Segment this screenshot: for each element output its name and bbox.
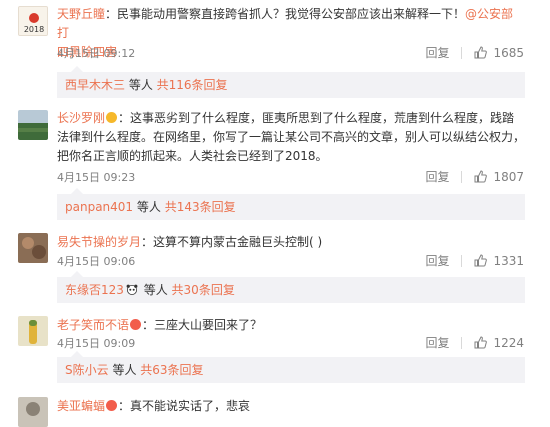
avatar[interactable] <box>18 316 48 346</box>
comment-actions: 回复 1224 <box>425 334 524 351</box>
comment-text: 老子笑而不语 ：三座大山要回来了？ <box>57 318 263 332</box>
avatar-image <box>18 110 48 140</box>
avatar-image: 2018 <box>19 7 47 35</box>
reply-user-link[interactable]: 西早木木三 <box>65 78 125 92</box>
reply-summary[interactable]: S陈小云 等人 共63条回复 <box>57 351 525 383</box>
comment-username[interactable]: 长沙罗刚 <box>57 111 105 125</box>
like-count: 1807 <box>493 169 524 184</box>
reply-button[interactable]: 回复 <box>425 44 449 61</box>
reply-user-link[interactable]: S陈小云 <box>65 363 109 377</box>
reply-button[interactable]: 回复 <box>425 168 449 185</box>
avatar[interactable] <box>18 233 48 263</box>
thumbs-up-icon <box>474 254 488 267</box>
reply-caret <box>71 188 83 194</box>
comment-time: 4月15日 09:12 <box>57 47 136 60</box>
like-count: 1331 <box>493 253 524 268</box>
thumbs-up-icon <box>474 170 488 183</box>
comment-actions: 回复 1331 <box>425 252 524 269</box>
like-button[interactable]: 1685 <box>474 46 524 60</box>
like-button[interactable]: 1224 <box>474 336 524 350</box>
thumbs-up-icon <box>474 46 488 59</box>
reply-count-link[interactable]: 共116条回复 <box>157 78 228 92</box>
vip-badge-icon <box>106 400 118 411</box>
avatar[interactable]: 2018 <box>18 6 48 36</box>
comment-actions: 回复 1807 <box>425 168 524 185</box>
reply-button[interactable]: 回复 <box>425 334 449 351</box>
comment-text: 长沙罗刚 ：这事恶劣到了什么程度，匪夷所思到了什么程度，荒唐到什么程度，践踏 法律… <box>57 111 526 163</box>
reply-summary[interactable]: 西早木木三 等人 共116条回复 <box>57 66 525 98</box>
thumbs-up-icon <box>474 336 488 349</box>
divider <box>461 170 463 183</box>
panda-emoji-icon <box>126 284 138 295</box>
reply-user-link[interactable]: panpan401 <box>65 200 133 214</box>
comment-username[interactable]: 老子笑而不语 <box>57 318 129 332</box>
reply-caret <box>71 66 83 72</box>
avatar[interactable] <box>18 110 48 140</box>
divider <box>461 254 463 267</box>
comment-username[interactable]: 易失节操的岁月 <box>57 235 141 249</box>
comment-username[interactable]: 天野丘瞳 <box>57 7 105 21</box>
avatar-image <box>18 397 48 427</box>
avatar-image <box>18 233 48 263</box>
reply-count-link[interactable]: 共30条回复 <box>172 283 235 297</box>
divider <box>461 46 463 59</box>
comment-actions: 回复 1685 <box>425 44 524 61</box>
svg-text:2018: 2018 <box>24 25 44 34</box>
comment-time: 4月15日 09:09 <box>57 337 136 350</box>
comment-text: 美亚蝙蝠 ：真不能说实话了，悲哀 <box>57 399 251 413</box>
comment-time: 4月15日 09:23 <box>57 171 136 184</box>
reply-count-link[interactable]: 共143条回复 <box>165 200 236 214</box>
like-button[interactable]: 1807 <box>474 170 524 184</box>
reply-summary[interactable]: 东缘否123 等人 共30条回复 <box>57 271 525 303</box>
reply-caret <box>71 351 83 357</box>
like-count: 1685 <box>493 45 524 60</box>
comment-username[interactable]: 美亚蝙蝠 <box>57 399 105 413</box>
reply-caret <box>71 271 83 277</box>
verified-badge-icon <box>106 112 118 123</box>
comment-time: 4月15日 09:06 <box>57 255 136 268</box>
reply-summary[interactable]: panpan401 等人 共143条回复 <box>57 188 525 220</box>
vip-badge-icon <box>130 319 142 330</box>
comment-text: 易失节操的岁月：这算不算内蒙古金融巨头控制( ) <box>57 235 323 249</box>
like-count: 1224 <box>493 335 524 350</box>
reply-button[interactable]: 回复 <box>425 252 449 269</box>
divider <box>461 336 463 349</box>
reply-user-link[interactable]: 东缘否123 <box>65 283 124 297</box>
avatar-image <box>18 316 48 346</box>
reply-count-link[interactable]: 共63条回复 <box>140 363 203 377</box>
avatar[interactable] <box>18 397 48 427</box>
like-button[interactable]: 1331 <box>474 254 524 268</box>
